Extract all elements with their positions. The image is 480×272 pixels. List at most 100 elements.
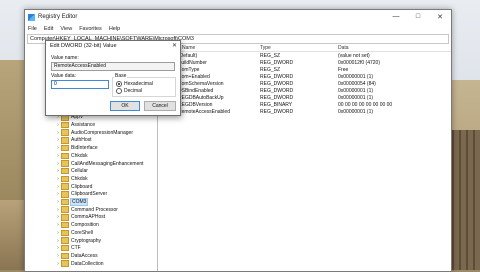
- menu-edit[interactable]: Edit: [44, 26, 53, 32]
- value-row[interactable]: BuildNumber REG_DWORD 0x000012f0 (4720): [158, 59, 451, 66]
- value-name-label: Value name:: [51, 55, 79, 61]
- value-type-cell: REG_DWORD: [260, 108, 294, 115]
- value-data-cell: 0x00000054 (84): [338, 80, 376, 87]
- value-type-cell: REG_BINARY: [260, 101, 293, 108]
- tree-item-label: CoreShell: [71, 229, 93, 236]
- folder-icon: [61, 244, 69, 252]
- values-header: Name Type Data: [158, 44, 451, 52]
- value-type-cell: REG_DWORD: [260, 87, 294, 94]
- title-bar[interactable]: Registry Editor — □ ✕: [25, 10, 451, 24]
- value-name-field[interactable]: RemoteAccessEnabled: [51, 62, 175, 71]
- value-row[interactable]: REGDBVersion REG_BINARY 00 00 00 00 00 00 …: [158, 101, 451, 108]
- maximize-button[interactable]: □: [407, 13, 429, 21]
- tree-item[interactable]: › COM3: [55, 198, 89, 206]
- tree-item[interactable]: › Composition: [55, 221, 99, 229]
- value-data-cell: 0x00000001 (1): [338, 87, 374, 94]
- tree-item-label: DataCollection: [71, 260, 104, 267]
- value-type-cell: REG_SZ: [260, 66, 281, 73]
- value-name-cell: Com+Enabled: [178, 73, 210, 80]
- value-data-cell: 0x00000001 (1): [338, 94, 374, 101]
- tree-item-label: Clipboard: [71, 183, 93, 190]
- tree-item[interactable]: › DataCollection: [55, 260, 104, 267]
- value-data-field[interactable]: 0: [51, 80, 109, 89]
- tree-item[interactable]: › CallAndMessagingEnhancement: [55, 160, 144, 167]
- menu-help[interactable]: Help: [109, 26, 120, 32]
- tree-item[interactable]: › Command Processor: [55, 206, 118, 213]
- decimal-radio[interactable]: Decimal: [116, 88, 142, 94]
- base-groupbox: [112, 77, 176, 97]
- value-name-cell: REGDBVersion: [178, 101, 213, 108]
- tree-item[interactable]: › Chkdsk: [55, 175, 88, 183]
- folder-icon: [61, 252, 69, 260]
- tree-item-label: ClipboardServer: [71, 191, 108, 198]
- tree-item[interactable]: › Assistance: [55, 121, 96, 129]
- tree-item[interactable]: › CTF: [55, 244, 81, 252]
- column-type-header[interactable]: Type: [260, 45, 271, 51]
- value-row[interactable]: RemoteAccessEnabled REG_DWORD 0x00000001 (…: [158, 108, 451, 115]
- value-row[interactable]: DSBindEnabled REG_DWORD 0x00000001 (1): [158, 87, 451, 94]
- folder-icon: [61, 160, 69, 167]
- folder-icon: [61, 191, 69, 198]
- tree-item[interactable]: › BidInterface: [55, 144, 98, 152]
- tree-item[interactable]: › Chkdsk: [55, 152, 88, 160]
- value-data-cell: 0x00000001 (1): [338, 73, 374, 80]
- menu-bar: File Edit View Favorites Help: [25, 24, 451, 33]
- value-data-label: Value data:: [51, 73, 76, 79]
- tree-item-label: CommsAPHost: [71, 214, 106, 221]
- folder-icon: [61, 121, 69, 129]
- folder-icon: [61, 214, 69, 221]
- tree-item-label: Composition: [71, 222, 99, 229]
- value-type-cell: REG_DWORD: [260, 59, 294, 66]
- tree-item[interactable]: › CoreShell: [55, 229, 93, 237]
- dialog-title-bar[interactable]: Edit DWORD (32-bit) Value ✕: [46, 41, 180, 51]
- tree-item-label: Cryptography: [71, 237, 102, 244]
- value-type-cell: REG_SZ: [260, 52, 281, 59]
- column-name-header[interactable]: Name: [182, 45, 195, 51]
- menu-favorites[interactable]: Favorites: [79, 26, 102, 32]
- tree-item[interactable]: › DataAccess: [55, 252, 98, 260]
- window-title: Registry Editor: [38, 14, 78, 20]
- value-type-cell: REG_DWORD: [260, 80, 294, 87]
- ok-button[interactable]: OK: [110, 101, 140, 111]
- folder-icon: [61, 129, 69, 136]
- folder-icon: [61, 183, 69, 190]
- tree-item-label: Assistance: [71, 122, 96, 128]
- folder-icon: [61, 260, 69, 267]
- tree-item-label: CTF: [71, 245, 81, 252]
- window-controls: — □ ✕: [385, 13, 451, 21]
- tree-item-label: BidInterface: [71, 145, 98, 152]
- folder-icon: [61, 229, 69, 237]
- tree-item[interactable]: › Cellular: [55, 167, 88, 175]
- value-row[interactable]: REGDBAutoBackUp REG_DWORD 0x00000001 (1): [158, 94, 451, 101]
- value-row[interactable]: Com+Enabled REG_DWORD 0x00000001 (1): [158, 73, 451, 80]
- value-row[interactable]: ComType REG_SZ Free: [158, 66, 451, 73]
- column-data-header[interactable]: Data: [338, 45, 349, 51]
- value-name-cell: RemoteAccessEnabled: [178, 108, 230, 115]
- menu-file[interactable]: File: [28, 26, 37, 32]
- hexadecimal-radio[interactable]: Hexadecimal: [116, 81, 153, 87]
- folder-icon: [61, 175, 69, 183]
- dialog-close-button[interactable]: ✕: [172, 41, 177, 51]
- value-name-cell: DSBindEnabled: [178, 87, 214, 94]
- tree-item[interactable]: › ClipboardServer: [55, 191, 108, 198]
- value-name-cell: ComType: [178, 66, 200, 73]
- menu-view[interactable]: View: [60, 26, 72, 32]
- tree-item[interactable]: › CommsAPHost: [55, 214, 106, 221]
- value-data-cell: 0x00000001 (1): [338, 108, 374, 115]
- tree-item-label: Cellular: [71, 168, 88, 175]
- value-row[interactable]: (Default) REG_SZ (value not set): [158, 52, 451, 59]
- folder-icon: [61, 221, 69, 229]
- minimize-button[interactable]: —: [385, 13, 407, 21]
- tree-item-label: COM3: [69, 198, 89, 206]
- cancel-button[interactable]: Cancel: [144, 101, 176, 111]
- folder-icon: [61, 137, 69, 144]
- hexadecimal-radio-dot: [116, 81, 122, 87]
- value-data-cell: Free: [338, 66, 349, 73]
- tree-item[interactable]: › AudioCompressionManager: [55, 129, 133, 136]
- folder-icon: [61, 198, 69, 206]
- value-row[interactable]: ComSchemaVersion REG_DWORD 0x00000054 (84): [158, 80, 451, 87]
- tree-item[interactable]: › AuthHost: [55, 137, 92, 144]
- tree-item[interactable]: › Cryptography: [55, 237, 102, 244]
- tree-item[interactable]: › Clipboard: [55, 183, 93, 190]
- close-button[interactable]: ✕: [429, 13, 451, 21]
